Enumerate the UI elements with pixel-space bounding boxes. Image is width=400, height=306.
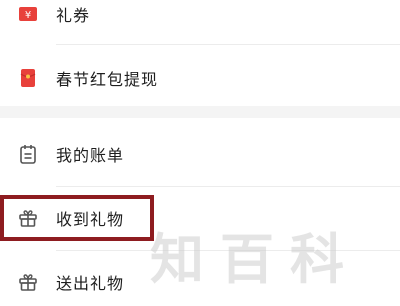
watermark-char: 科 — [290, 227, 346, 291]
watermark-char: 知 — [150, 227, 206, 291]
watermark: 知 百 科 — [150, 214, 400, 294]
menu-item-my-bill[interactable]: 我的账单 — [0, 130, 400, 178]
menu-item-label: 春节红包提现 — [56, 70, 159, 89]
bill-icon — [18, 144, 38, 164]
menu-item-label: 我的账单 — [56, 146, 125, 165]
menu-item-coupon[interactable]: ¥ 礼券 — [0, 0, 400, 34]
svg-text:¥: ¥ — [25, 10, 31, 21]
menu-item-red-envelope-withdraw[interactable]: 春节红包提现 — [0, 54, 400, 102]
coupon-icon: ¥ — [18, 4, 38, 24]
section-separator — [0, 106, 400, 118]
divider — [56, 186, 400, 187]
menu-item-label: 送出礼物 — [56, 274, 125, 293]
red-envelope-icon — [18, 68, 38, 88]
divider — [56, 44, 400, 45]
highlight-box — [0, 195, 154, 241]
watermark-char: 百 — [220, 227, 276, 291]
gift-icon — [18, 272, 38, 292]
menu-item-label: 礼券 — [56, 6, 91, 25]
